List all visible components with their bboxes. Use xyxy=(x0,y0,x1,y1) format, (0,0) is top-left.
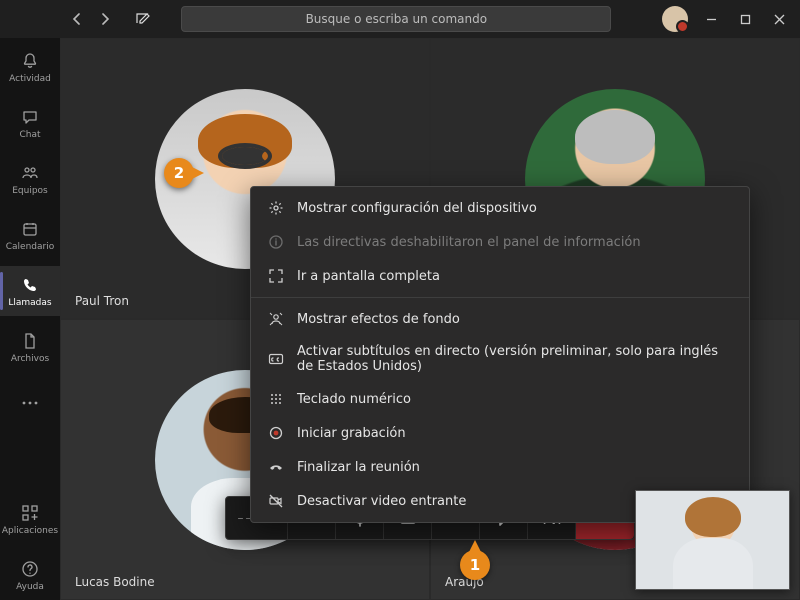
menu-device-settings[interactable]: Mostrar configuración del dispositivo xyxy=(251,191,749,225)
menu-separator xyxy=(251,297,749,298)
title-bar: Busque o escriba un comando xyxy=(0,0,800,38)
rail-calendar[interactable]: Calendario xyxy=(0,210,60,260)
help-icon xyxy=(20,559,40,579)
rail-help[interactable]: Ayuda xyxy=(0,550,60,600)
annotation-2: 2 xyxy=(164,158,194,188)
rail-label: Equipos xyxy=(12,186,48,196)
record-icon xyxy=(267,424,285,442)
profile-avatar[interactable] xyxy=(662,6,688,32)
rail-label: Ayuda xyxy=(16,582,44,592)
history-nav xyxy=(60,8,122,30)
info-icon xyxy=(267,233,285,251)
self-preview[interactable] xyxy=(635,490,790,590)
menu-label: Las directivas deshabilitaron el panel d… xyxy=(297,235,641,250)
rail-label: Calendario xyxy=(6,242,54,252)
teams-icon xyxy=(20,163,40,183)
rail-label: Archivos xyxy=(11,354,49,364)
rail-files[interactable]: Archivos xyxy=(0,322,60,372)
dialpad-icon xyxy=(267,390,285,408)
rail-label: Actividad xyxy=(9,74,51,84)
search-box[interactable]: Busque o escriba un comando xyxy=(181,6,611,32)
participant-name: Paul Tron xyxy=(75,294,129,308)
menu-label: Desactivar video entrante xyxy=(297,494,466,509)
more-icon xyxy=(20,393,40,413)
end-meeting-icon xyxy=(267,458,285,476)
meeting-stage: Paul Tron Lucas Bodine Araujo ––:–– xyxy=(60,38,800,600)
back-button[interactable] xyxy=(66,8,88,30)
forward-button[interactable] xyxy=(94,8,116,30)
menu-end-meeting[interactable]: Finalizar la reunión xyxy=(251,450,749,484)
rail-activity[interactable]: Actividad xyxy=(0,42,60,92)
rail-chat[interactable]: Chat xyxy=(0,98,60,148)
menu-label: Ir a pantalla completa xyxy=(297,269,440,284)
menu-label: Mostrar efectos de fondo xyxy=(297,312,460,327)
gear-icon xyxy=(267,199,285,217)
calendar-icon xyxy=(20,219,40,239)
menu-label: Teclado numérico xyxy=(297,392,411,407)
participant-name: Lucas Bodine xyxy=(75,575,155,589)
annotation-1: 1 xyxy=(460,550,490,580)
menu-dialpad[interactable]: Teclado numérico xyxy=(251,382,749,416)
menu-label: Mostrar configuración del dispositivo xyxy=(297,201,537,216)
apps-icon xyxy=(20,503,40,523)
file-icon xyxy=(20,331,40,351)
rail-label: Chat xyxy=(19,130,40,140)
rail-more[interactable] xyxy=(0,378,60,428)
more-actions-menu: Mostrar configuración del dispositivo La… xyxy=(250,186,750,523)
menu-label: Activar subtítulos en directo (versión p… xyxy=(297,344,735,374)
bell-icon xyxy=(20,51,40,71)
menu-label: Iniciar grabación xyxy=(297,426,406,441)
captions-icon xyxy=(267,350,285,368)
rail-teams[interactable]: Equipos xyxy=(0,154,60,204)
rail-calls[interactable]: Llamadas xyxy=(0,266,60,316)
menu-fullscreen[interactable]: Ir a pantalla completa xyxy=(251,259,749,293)
rail-label: Llamadas xyxy=(8,298,51,308)
maximize-button[interactable] xyxy=(730,3,762,35)
menu-live-captions[interactable]: Activar subtítulos en directo (versión p… xyxy=(251,336,749,382)
menu-background-effects[interactable]: Mostrar efectos de fondo xyxy=(251,302,749,336)
new-message-button[interactable] xyxy=(130,6,156,32)
menu-label: Finalizar la reunión xyxy=(297,460,420,475)
background-icon xyxy=(267,310,285,328)
rail-apps[interactable]: Aplicaciones xyxy=(0,494,60,544)
chat-icon xyxy=(20,107,40,127)
fullscreen-icon xyxy=(267,267,285,285)
video-off-icon xyxy=(267,492,285,510)
minimize-button[interactable] xyxy=(696,3,728,35)
app-rail: Actividad Chat Equipos Calendario Llamad… xyxy=(0,0,60,600)
menu-start-recording[interactable]: Iniciar grabación xyxy=(251,416,749,450)
rail-label: Aplicaciones xyxy=(2,526,58,536)
menu-info-panel-disabled: Las directivas deshabilitaron el panel d… xyxy=(251,225,749,259)
close-button[interactable] xyxy=(764,3,796,35)
phone-icon xyxy=(20,275,40,295)
